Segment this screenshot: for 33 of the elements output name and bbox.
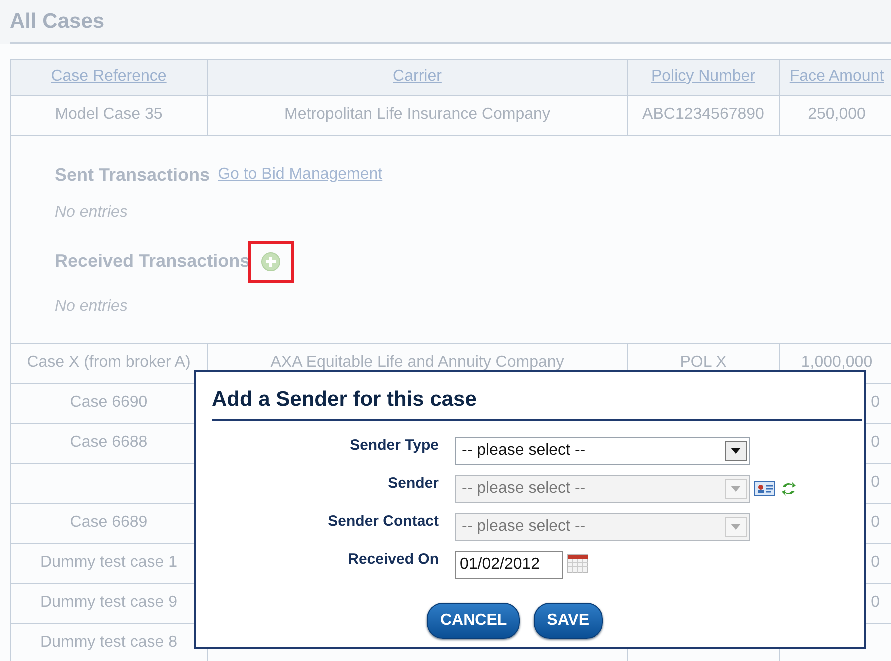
field-label: Sender Contact (327, 512, 439, 532)
table-cell: 0 (871, 394, 880, 411)
table-cell: Case 6688 (70, 434, 148, 451)
date-field[interactable]: 01/02/2012 (455, 550, 563, 578)
table-cell: Metropolitan Life Insurance Company (208, 95, 628, 135)
contact-card-icon[interactable] (754, 480, 776, 496)
table-cell: 0 (871, 514, 880, 531)
table-cell: 0 (871, 594, 880, 611)
save-button[interactable]: SAVE (534, 602, 603, 638)
caret-icon[interactable] (731, 448, 741, 454)
table-cell: Dummy test case 1 (40, 554, 178, 571)
section-heading: Received Transactions (55, 250, 250, 273)
table-cell: 0 (871, 554, 880, 571)
table-cell: Case 6690 (70, 394, 148, 411)
calendar-icon[interactable] (567, 553, 589, 576)
section-heading: Sent Transactions (55, 164, 210, 186)
table-cell: Model Case 35 (10, 95, 208, 135)
empty-message: No entries (55, 202, 129, 222)
dropdown[interactable]: -- please select -- (455, 436, 750, 464)
table-cell: ABC1234567890 (628, 95, 780, 135)
cancel-button[interactable]: CANCEL (427, 602, 520, 638)
page-title: All Cases (10, 0, 891, 44)
field-label: Sender (387, 474, 439, 494)
table-cell: 0 (871, 434, 880, 451)
table-cell: Dummy test case 9 (40, 594, 178, 611)
empty-message: No entries (55, 296, 129, 316)
refresh-icon[interactable] (780, 480, 798, 498)
table-cell: Dummy test case 8 (40, 634, 178, 651)
table-cell: Case 6689 (70, 514, 148, 531)
dialog-title: Add a Sender for this case (212, 384, 862, 420)
field-label: Sender Type (349, 436, 439, 456)
table-cell: 0 (871, 474, 880, 491)
field-label: Received On (347, 550, 439, 570)
